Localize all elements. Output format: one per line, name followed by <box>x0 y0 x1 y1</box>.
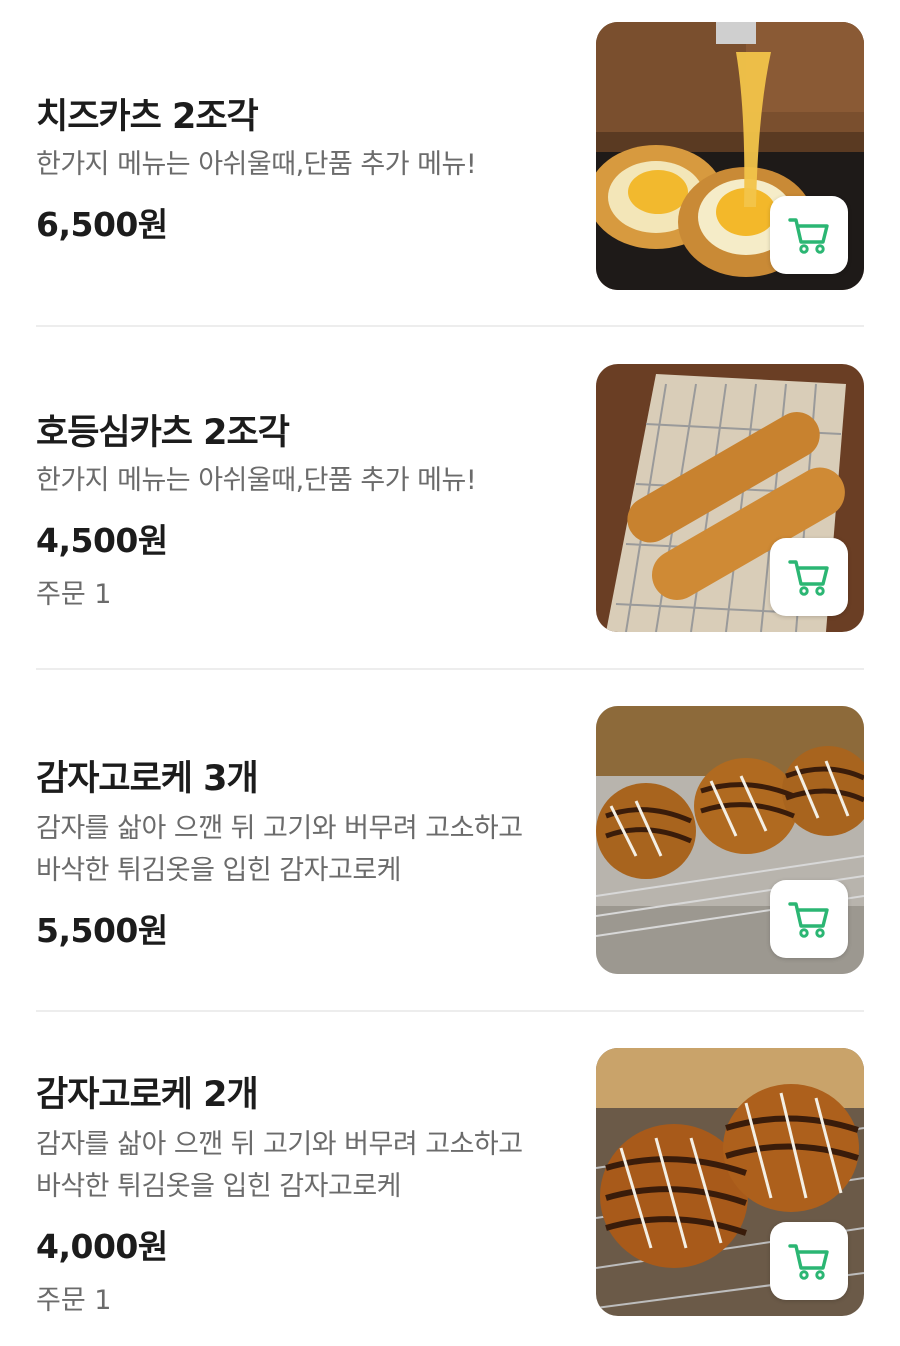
cart-icon <box>788 1244 829 1280</box>
food-photo-cheese-katsu[interactable] <box>596 22 864 290</box>
divider <box>36 325 864 327</box>
cart-icon <box>788 218 829 254</box>
order-count: 주문 1 <box>36 1285 112 1316</box>
menu-item[interactable]: 호등심카츠 2조각 한가지 메뉴는 아쉬울때,단품 추가 메뉴! 4,500원 … <box>36 364 864 632</box>
item-name: 호등심카츠 2조각 <box>36 413 290 453</box>
item-description: 한가지 메뉴는 아쉬울때,단품 추가 메뉴! <box>36 149 477 180</box>
menu-item[interactable]: 치즈카츠 2조각 한가지 메뉴는 아쉬울때,단품 추가 메뉴! 6,500원 <box>36 22 864 290</box>
add-to-cart-button[interactable] <box>770 880 848 958</box>
cart-icon <box>788 560 829 596</box>
add-to-cart-button[interactable] <box>770 1222 848 1300</box>
item-name: 치즈카츠 2조각 <box>36 97 259 137</box>
item-description: 감자를 삶아 으깬 뒤 고기와 버무려 고소하고 바삭한 튀김옷을 입힌 감자고… <box>36 813 523 886</box>
add-to-cart-button[interactable] <box>770 538 848 616</box>
menu-item[interactable]: 감자고로케 2개 감자를 삶아 으깬 뒤 고기와 버무려 고소하고 바삭한 튀김… <box>36 1048 864 1316</box>
item-price: 6,500원 <box>36 205 168 244</box>
food-photo-potato-croquette-3[interactable] <box>596 706 864 974</box>
cart-icon <box>788 902 829 938</box>
food-photo-pork-loin-katsu[interactable] <box>596 364 864 632</box>
food-photo-potato-croquette-2[interactable] <box>596 1048 864 1316</box>
item-price: 4,000원 <box>36 1227 168 1266</box>
divider <box>36 668 864 670</box>
item-name: 감자고로케 2개 <box>36 1075 259 1115</box>
item-price: 5,500원 <box>36 911 168 950</box>
item-name: 감자고로케 3개 <box>36 759 259 799</box>
add-to-cart-button[interactable] <box>770 196 848 274</box>
item-description: 감자를 삶아 으깬 뒤 고기와 버무려 고소하고 바삭한 튀김옷을 입힌 감자고… <box>36 1129 523 1202</box>
item-price: 4,500원 <box>36 521 168 560</box>
menu-item[interactable]: 감자고로케 3개 감자를 삶아 으깬 뒤 고기와 버무려 고소하고 바삭한 튀김… <box>36 706 864 974</box>
order-count: 주문 1 <box>36 579 112 610</box>
item-description: 한가지 메뉴는 아쉬울때,단품 추가 메뉴! <box>36 465 477 496</box>
divider <box>36 1010 864 1012</box>
